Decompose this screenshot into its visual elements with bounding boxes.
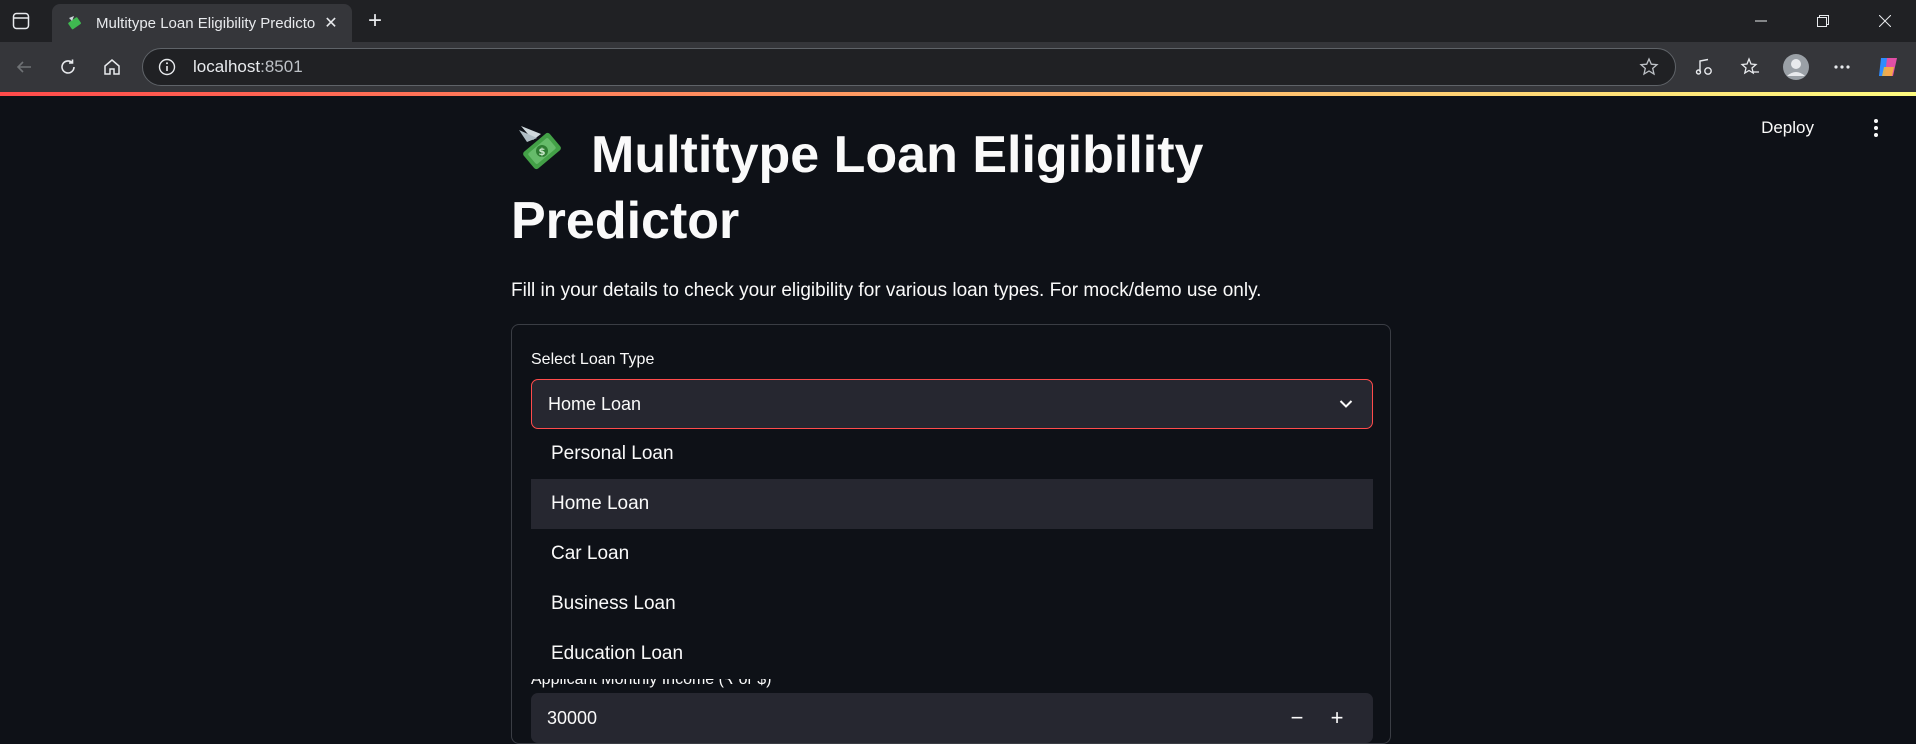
browser-toolbar: localhost:8501 [0, 42, 1916, 92]
loan-type-dropdown: Personal Loan Home Loan Car Loan Busines… [531, 429, 1373, 679]
browser-tab[interactable]: Multitype Loan Eligibility Predicto ✕ [52, 4, 352, 42]
loan-type-select[interactable]: Home Loan [531, 379, 1373, 429]
bookmark-star-icon[interactable] [1637, 55, 1661, 79]
chevron-down-icon [1336, 394, 1356, 414]
loan-type-selected: Home Loan [548, 393, 642, 414]
income-input[interactable]: 30000 − + [531, 693, 1373, 743]
url-host: localhost [193, 57, 261, 76]
dropdown-option[interactable]: Home Loan [531, 479, 1373, 529]
restore-icon[interactable] [1792, 0, 1854, 42]
close-window-icon[interactable] [1854, 0, 1916, 42]
favorites-icon[interactable] [1730, 47, 1770, 87]
tab-actions-icon[interactable] [0, 0, 42, 42]
main-menu-icon[interactable] [1866, 116, 1886, 140]
back-icon[interactable] [4, 47, 44, 87]
page-title-text: Multitype Loan Eligibility Predictor [511, 126, 1204, 250]
income-value: 30000 [547, 707, 598, 728]
close-tab-icon[interactable]: ✕ [320, 12, 342, 34]
main-block: $ Multitype Loan Eligibility Predictor F… [511, 96, 1391, 744]
svg-text:$: $ [539, 147, 546, 158]
decrement-button[interactable]: − [1277, 698, 1317, 738]
profile-avatar-icon[interactable] [1776, 47, 1816, 87]
copilot-icon[interactable] [1868, 47, 1908, 87]
money-with-wings-icon [66, 14, 84, 32]
deploy-button[interactable]: Deploy [1761, 118, 1814, 138]
tab-title: Multitype Loan Eligibility Predicto [96, 14, 316, 32]
reload-icon[interactable] [48, 47, 88, 87]
page-subtitle: Fill in your details to check your eligi… [511, 280, 1262, 301]
loan-type-label: Select Loan Type [531, 351, 655, 368]
page-title: $ Multitype Loan Eligibility Predictor [511, 120, 1391, 254]
media-icon[interactable] [1684, 47, 1724, 87]
dropdown-option[interactable]: Personal Loan [531, 429, 1373, 479]
dropdown-option[interactable]: Education Loan [531, 629, 1373, 679]
url-text: localhost:8501 [193, 57, 1637, 77]
money-with-wings-icon: $ [511, 120, 569, 178]
more-options-icon[interactable] [1822, 47, 1862, 87]
dropdown-option[interactable]: Car Loan [531, 529, 1373, 579]
app-content: Deploy $ Multitype Loan Eligibility Pred… [0, 96, 1916, 744]
browser-tab-bar: Multitype Loan Eligibility Predicto ✕ + [0, 0, 1916, 42]
site-info-icon[interactable] [157, 57, 177, 77]
minimize-icon[interactable] [1730, 0, 1792, 42]
new-tab-icon[interactable]: + [360, 6, 390, 36]
url-port: :8501 [260, 57, 303, 76]
address-bar[interactable]: localhost:8501 [142, 48, 1676, 86]
loan-form: Select Loan Type Home Loan Applicant Mon… [511, 324, 1391, 744]
increment-button[interactable]: + [1317, 698, 1357, 738]
dropdown-option[interactable]: Business Loan [531, 579, 1373, 629]
home-icon[interactable] [92, 47, 132, 87]
